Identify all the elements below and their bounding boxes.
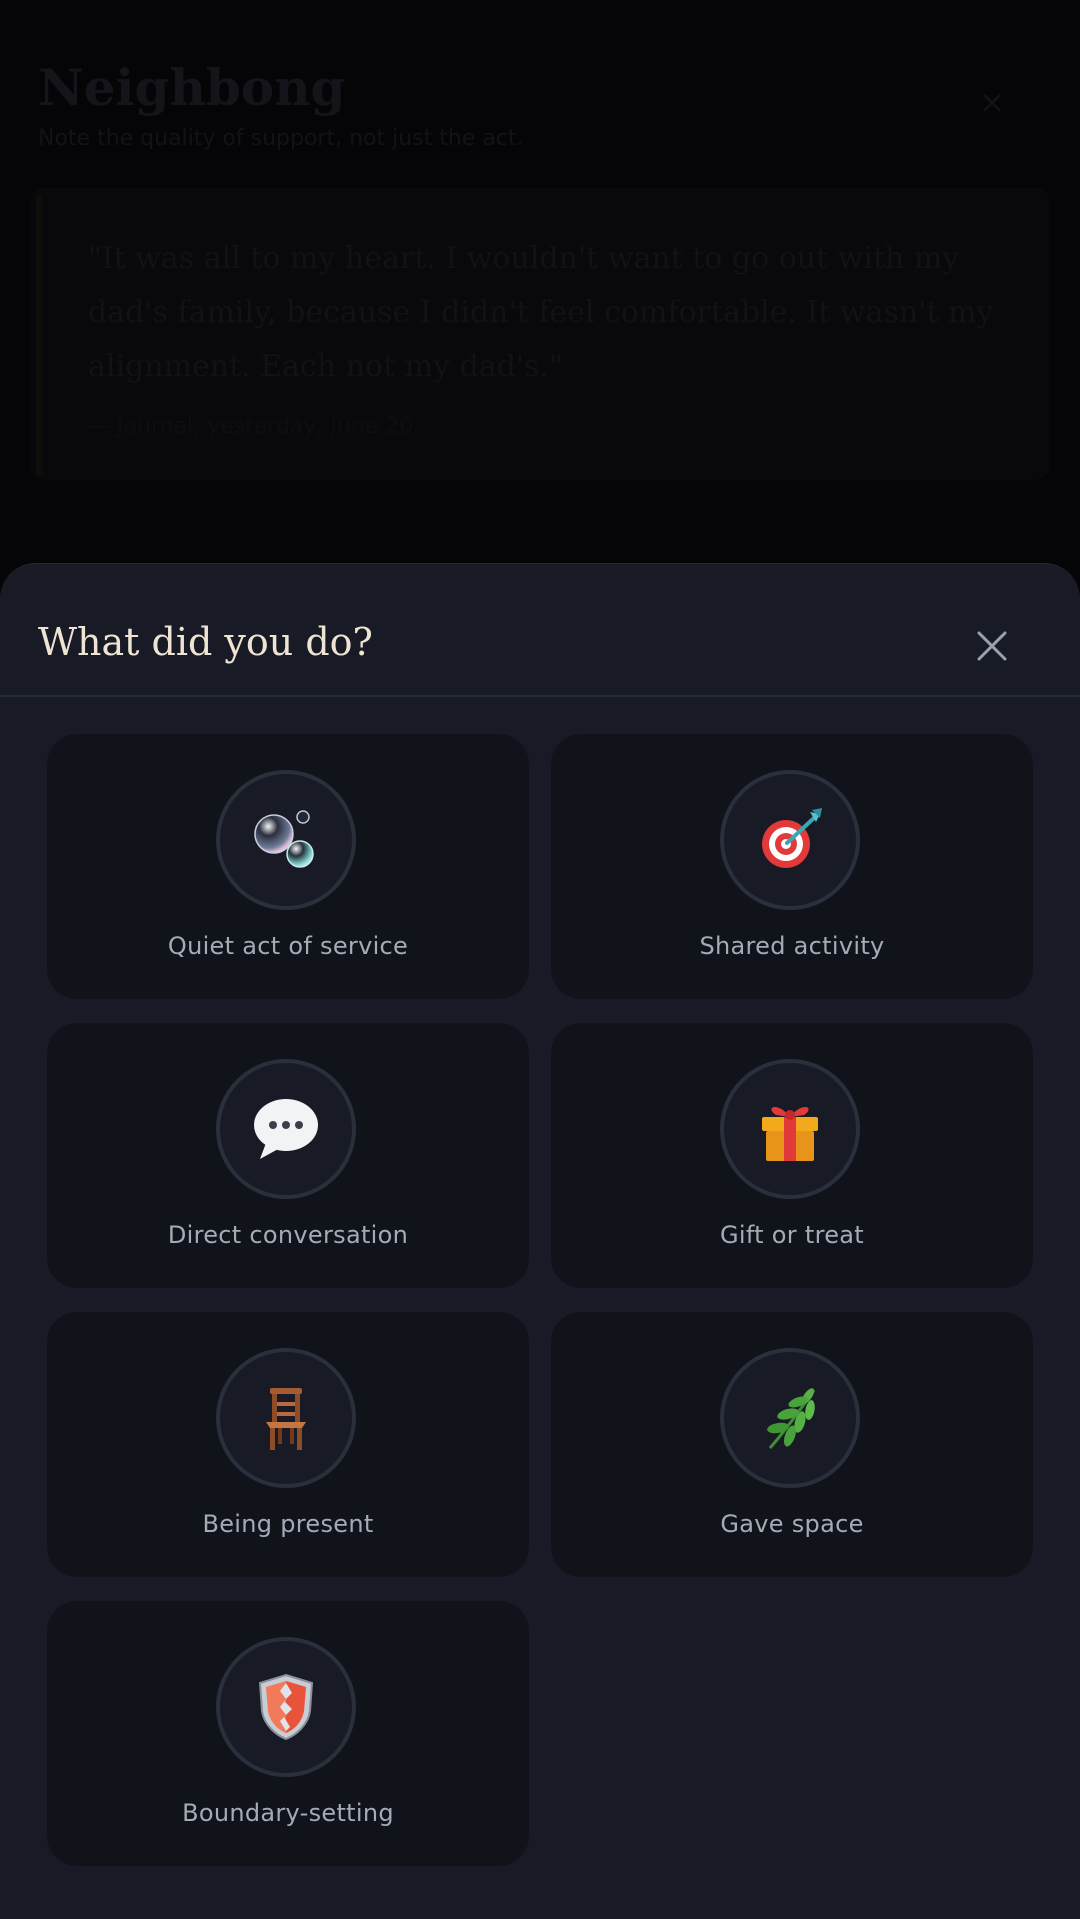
option-label: Quiet act of service (167, 932, 409, 960)
target-icon (720, 770, 860, 910)
background-quote-meta: — Journal, yesterday, June 20 (88, 414, 414, 439)
chair-icon (216, 1348, 356, 1488)
option-boundary-setting[interactable]: Boundary-setting (47, 1601, 529, 1866)
app-screen: Neighbong Note the quality of support, n… (0, 0, 1080, 1919)
option-shared-activity[interactable]: Shared activity (551, 734, 1033, 999)
close-button[interactable] (966, 620, 1018, 672)
background-quote: "It was all to my heart. I wouldn't want… (88, 241, 994, 384)
shield-icon (216, 1637, 356, 1777)
option-label: Direct conversation (167, 1221, 409, 1249)
close-icon (977, 631, 1007, 661)
option-label: Shared activity (699, 932, 885, 960)
option-gave-space[interactable]: Gave space (551, 1312, 1033, 1577)
option-gift-or-treat[interactable]: Gift or treat (551, 1023, 1033, 1288)
option-label: Being present (202, 1510, 374, 1538)
option-being-present[interactable]: Being present (47, 1312, 529, 1577)
action-picker-sheet: What did you do? Quiet act of service Sh… (0, 563, 1080, 1919)
option-label: Gave space (720, 1510, 864, 1538)
option-direct-conversation[interactable]: Direct conversation (47, 1023, 529, 1288)
herb-icon (720, 1348, 860, 1488)
background-title: Neighbong (38, 58, 346, 117)
option-label: Gift or treat (719, 1221, 865, 1249)
background-subtitle: Note the quality of support, not just th… (38, 126, 524, 151)
speech-bubble-icon (216, 1059, 356, 1199)
option-label: Boundary-setting (182, 1799, 394, 1827)
sheet-title: What did you do? (38, 620, 373, 664)
options-grid: Quiet act of service Shared activity Dir… (47, 734, 1033, 1866)
gift-icon (720, 1059, 860, 1199)
option-quiet-act-of-service[interactable]: Quiet act of service (47, 734, 529, 999)
sheet-header: What did you do? (0, 564, 1080, 697)
bubbles-icon (216, 770, 356, 910)
quote-accent-bar (36, 196, 42, 476)
background-close-icon: × (978, 83, 1006, 121)
background-page: Neighbong Note the quality of support, n… (0, 0, 1080, 600)
